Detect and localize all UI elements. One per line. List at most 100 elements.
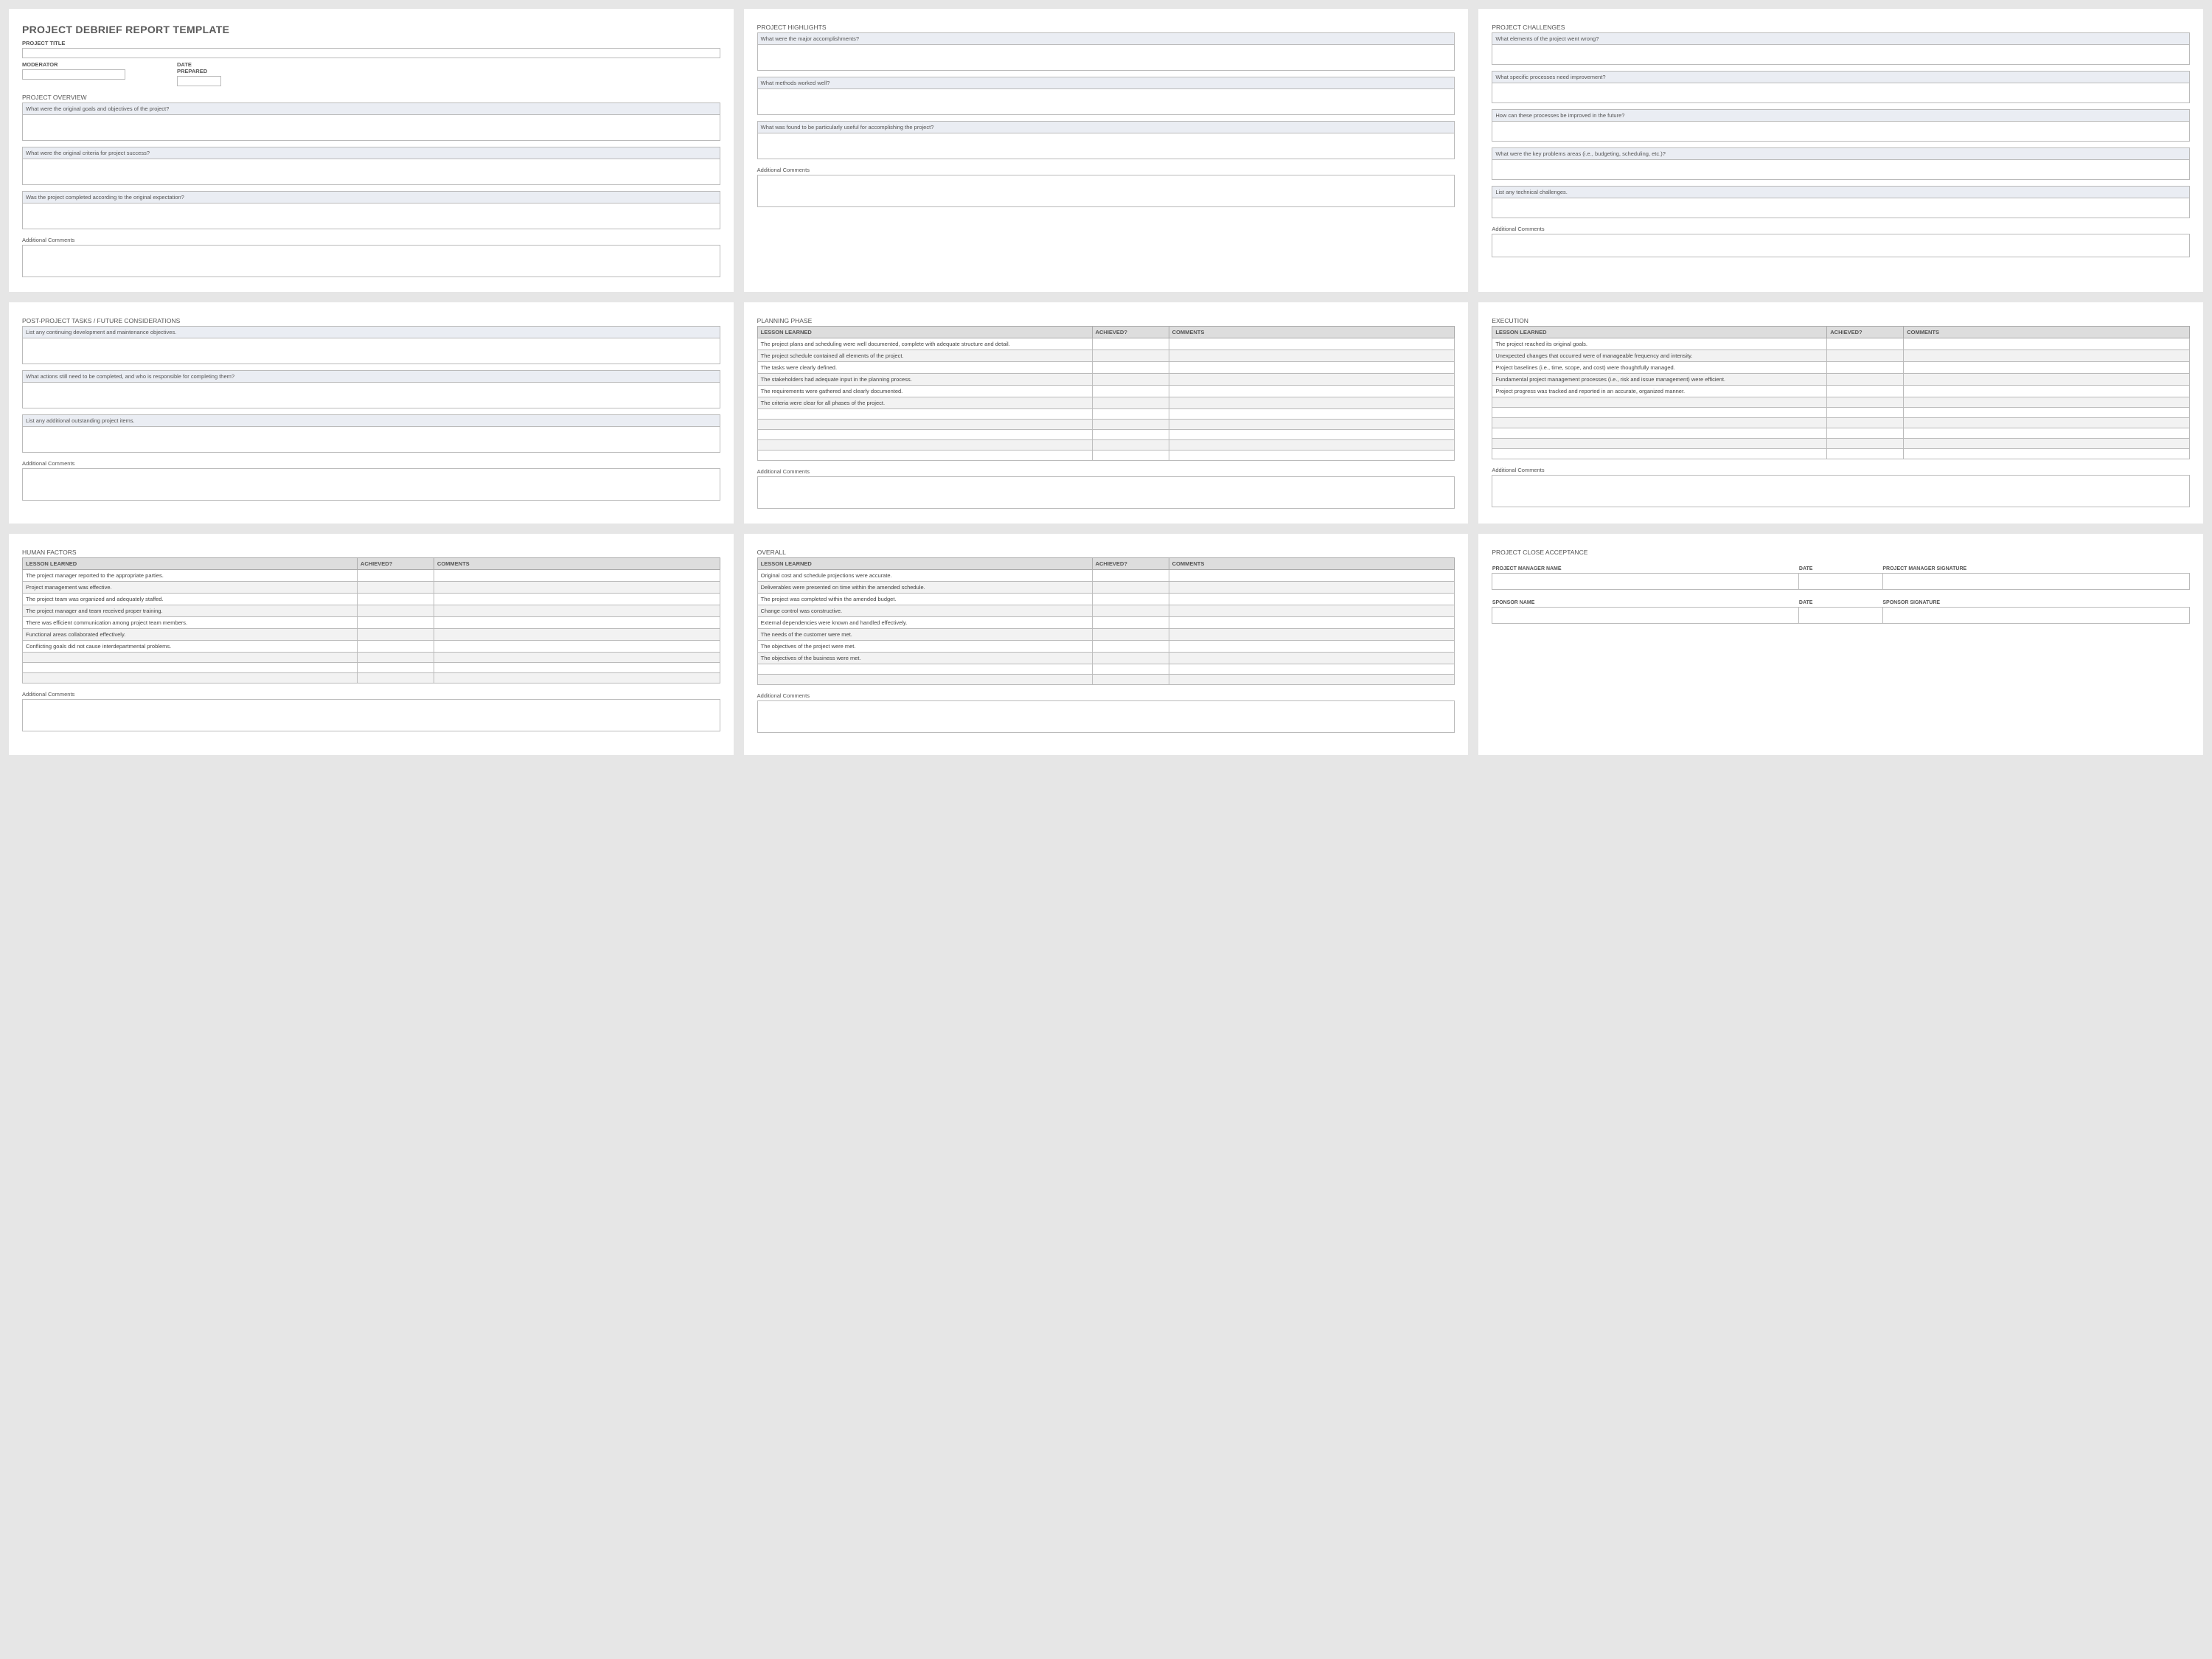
comments-cell[interactable] <box>1904 362 2190 374</box>
lesson-cell[interactable]: External dependencies were known and han… <box>757 617 1092 629</box>
execution-ac-input[interactable] <box>1492 475 2190 507</box>
achieved-cell[interactable] <box>1827 374 1904 386</box>
sp-name-input[interactable] <box>1492 608 1799 624</box>
comments-cell[interactable] <box>1169 350 1455 362</box>
lesson-cell[interactable] <box>757 664 1092 675</box>
comments-cell[interactable] <box>1904 386 2190 397</box>
achieved-cell[interactable] <box>1092 629 1169 641</box>
lesson-cell[interactable]: The requirements were gathered and clear… <box>757 386 1092 397</box>
lesson-cell[interactable]: Original cost and schedule projections w… <box>757 570 1092 582</box>
comments-cell[interactable] <box>1169 386 1455 397</box>
comments-cell[interactable] <box>1904 428 2190 439</box>
achieved-cell[interactable] <box>1827 439 1904 449</box>
comments-cell[interactable] <box>1169 617 1455 629</box>
comments-cell[interactable] <box>434 570 720 582</box>
achieved-cell[interactable] <box>357 617 434 629</box>
achieved-cell[interactable] <box>1092 409 1169 420</box>
lesson-cell[interactable] <box>757 420 1092 430</box>
challenges-q4-input[interactable] <box>1492 159 2190 180</box>
overview-q3-input[interactable] <box>22 203 720 229</box>
challenges-q5-input[interactable] <box>1492 198 2190 218</box>
lesson-cell[interactable] <box>23 653 358 663</box>
achieved-cell[interactable] <box>1827 397 1904 408</box>
comments-cell[interactable] <box>1904 408 2190 418</box>
postproject-ac-input[interactable] <box>22 468 720 501</box>
comments-cell[interactable] <box>1169 397 1455 409</box>
lesson-cell[interactable]: The tasks were clearly defined. <box>757 362 1092 374</box>
comments-cell[interactable] <box>1169 409 1455 420</box>
challenges-q2-input[interactable] <box>1492 83 2190 103</box>
overview-q1-input[interactable] <box>22 114 720 141</box>
achieved-cell[interactable] <box>1092 582 1169 594</box>
lesson-cell[interactable] <box>1492 439 1827 449</box>
achieved-cell[interactable] <box>1827 449 1904 459</box>
lesson-cell[interactable] <box>1492 449 1827 459</box>
pm-date-input[interactable] <box>1799 574 1882 590</box>
lesson-cell[interactable]: The project team was organized and adequ… <box>23 594 358 605</box>
project-title-input[interactable] <box>22 48 720 58</box>
achieved-cell[interactable] <box>1092 570 1169 582</box>
achieved-cell[interactable] <box>1092 605 1169 617</box>
achieved-cell[interactable] <box>1092 641 1169 653</box>
achieved-cell[interactable] <box>1092 440 1169 451</box>
achieved-cell[interactable] <box>1827 362 1904 374</box>
lesson-cell[interactable] <box>23 673 358 684</box>
achieved-cell[interactable] <box>1092 362 1169 374</box>
human-ac-input[interactable] <box>22 699 720 731</box>
comments-cell[interactable] <box>1169 362 1455 374</box>
achieved-cell[interactable] <box>1092 386 1169 397</box>
highlights-q2-input[interactable] <box>757 88 1455 115</box>
lesson-cell[interactable]: Unexpected changes that occurred were of… <box>1492 350 1827 362</box>
achieved-cell[interactable] <box>357 605 434 617</box>
comments-cell[interactable] <box>1169 420 1455 430</box>
lesson-cell[interactable]: Deliverables were presented on time with… <box>757 582 1092 594</box>
lesson-cell[interactable] <box>757 451 1092 461</box>
comments-cell[interactable] <box>1169 653 1455 664</box>
achieved-cell[interactable] <box>1827 386 1904 397</box>
achieved-cell[interactable] <box>357 582 434 594</box>
lesson-cell[interactable]: The project plans and scheduling were we… <box>757 338 1092 350</box>
lesson-cell[interactable]: Project baselines (i.e., time, scope, an… <box>1492 362 1827 374</box>
highlights-ac-input[interactable] <box>757 175 1455 207</box>
achieved-cell[interactable] <box>357 663 434 673</box>
achieved-cell[interactable] <box>1092 430 1169 440</box>
lesson-cell[interactable]: Conflicting goals did not cause interdep… <box>23 641 358 653</box>
lesson-cell[interactable] <box>1492 418 1827 428</box>
achieved-cell[interactable] <box>1092 451 1169 461</box>
lesson-cell[interactable]: The project manager reported to the appr… <box>23 570 358 582</box>
comments-cell[interactable] <box>1169 605 1455 617</box>
comments-cell[interactable] <box>434 617 720 629</box>
date-prepared-input[interactable] <box>177 76 221 86</box>
lesson-cell[interactable] <box>757 675 1092 685</box>
lesson-cell[interactable]: The project schedule contained all eleme… <box>757 350 1092 362</box>
overview-q2-input[interactable] <box>22 159 720 185</box>
postproject-q3-input[interactable] <box>22 426 720 453</box>
achieved-cell[interactable] <box>357 629 434 641</box>
achieved-cell[interactable] <box>1092 594 1169 605</box>
comments-cell[interactable] <box>434 594 720 605</box>
lesson-cell[interactable]: The objectives of the project were met. <box>757 641 1092 653</box>
achieved-cell[interactable] <box>1092 420 1169 430</box>
comments-cell[interactable] <box>1169 675 1455 685</box>
postproject-q2-input[interactable] <box>22 382 720 408</box>
achieved-cell[interactable] <box>1092 617 1169 629</box>
sp-sig-input[interactable] <box>1882 608 2189 624</box>
moderator-input[interactable] <box>22 69 125 80</box>
comments-cell[interactable] <box>1169 570 1455 582</box>
lesson-cell[interactable] <box>757 430 1092 440</box>
lesson-cell[interactable] <box>1492 428 1827 439</box>
highlights-q1-input[interactable] <box>757 44 1455 71</box>
comments-cell[interactable] <box>1904 338 2190 350</box>
lesson-cell[interactable]: The criteria were clear for all phases o… <box>757 397 1092 409</box>
lesson-cell[interactable]: Change control was constructive. <box>757 605 1092 617</box>
comments-cell[interactable] <box>1169 374 1455 386</box>
comments-cell[interactable] <box>434 663 720 673</box>
planning-ac-input[interactable] <box>757 476 1455 509</box>
challenges-ac-input[interactable] <box>1492 234 2190 257</box>
comments-cell[interactable] <box>1169 440 1455 451</box>
lesson-cell[interactable]: The needs of the customer were met. <box>757 629 1092 641</box>
achieved-cell[interactable] <box>357 641 434 653</box>
pm-name-input[interactable] <box>1492 574 1799 590</box>
pm-sig-input[interactable] <box>1882 574 2189 590</box>
lesson-cell[interactable] <box>23 663 358 673</box>
